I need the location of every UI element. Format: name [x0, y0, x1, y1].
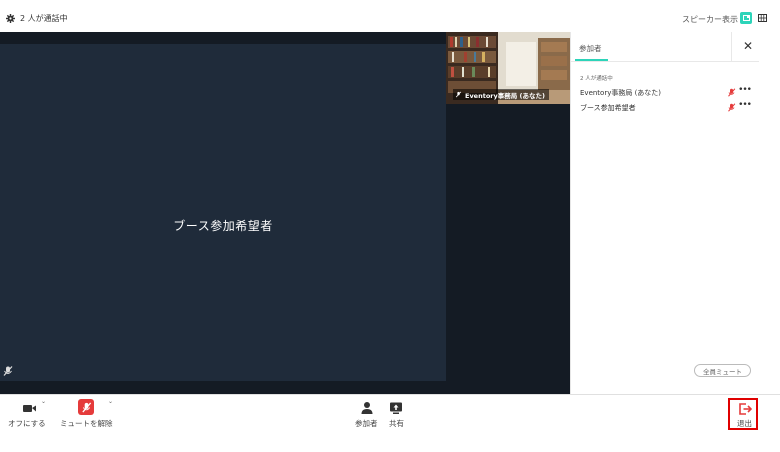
participants-panel: 参加者 ✕ 2 人が通話中 Eventory事務局 (あなた) ••• ブース参…: [570, 32, 759, 394]
grid-view-button[interactable]: [756, 12, 768, 24]
chevron-down-icon[interactable]: ⌄: [108, 398, 113, 405]
camera-button[interactable]: [22, 402, 38, 414]
mic-muted-icon: [728, 88, 736, 97]
mute-all-button[interactable]: 全員ミュート: [694, 364, 751, 377]
leave-highlight-frame: [728, 398, 758, 430]
more-options-icon[interactable]: •••: [738, 100, 752, 110]
participants-button[interactable]: [360, 401, 374, 415]
participant-row[interactable]: Eventory事務局 (あなた) •••: [580, 85, 752, 98]
share-button[interactable]: [389, 401, 403, 415]
speaker-view-icon: [742, 15, 750, 21]
gear-icon[interactable]: [6, 14, 15, 23]
unmute-label: ミュートを解除: [60, 419, 113, 428]
speaker-view-button[interactable]: [740, 12, 752, 24]
person-icon: [361, 402, 373, 414]
tab-participants[interactable]: 参加者: [579, 43, 602, 54]
main-video-tile[interactable]: ブース参加希望者: [0, 44, 446, 381]
chevron-down-icon[interactable]: ⌄: [41, 398, 46, 405]
top-bar: 2 人が通話中 スピーカー表示: [0, 0, 780, 32]
call-status: 2 人が通話中: [6, 13, 68, 24]
participant-name: ブース参加希望者: [580, 104, 636, 112]
camera-label: オフにする: [8, 419, 46, 428]
grid-icon: [757, 14, 767, 22]
unmute-button[interactable]: [78, 399, 94, 415]
thumbnail-name: Eventory事務局 (あなた): [465, 91, 545, 100]
screen-share-icon: [390, 402, 402, 414]
participant-row[interactable]: ブース参加希望者 •••: [580, 100, 752, 113]
video-stage: ブース参加希望者 Eventory事務局 (あなた): [0, 32, 570, 394]
share-label: 共有: [389, 419, 404, 428]
thumbnail-name-tag: Eventory事務局 (あなた): [453, 89, 549, 100]
call-status-text: 2 人が通話中: [20, 14, 68, 23]
mic-muted-icon: [81, 402, 91, 412]
mic-muted-icon: [455, 91, 462, 98]
view-mode-label: スピーカー表示: [682, 15, 738, 24]
panel-divider: [571, 61, 759, 62]
more-options-icon[interactable]: •••: [738, 85, 752, 95]
mic-muted-icon: [3, 366, 13, 376]
self-video-thumbnail[interactable]: Eventory事務局 (あなた): [446, 32, 570, 104]
video-camera-icon: [23, 405, 36, 412]
mic-muted-icon: [728, 103, 736, 112]
participants-label: 参加者: [355, 419, 378, 428]
participant-name: Eventory事務局 (あなた): [580, 89, 662, 97]
close-panel-button[interactable]: ✕: [743, 39, 753, 53]
bottom-toolbar: ⌄ オフにする ⌄ ミュートを解除 参加者 共有 退出: [0, 394, 780, 452]
panel-divider: [731, 32, 732, 62]
participant-count: 2 人が通話中: [580, 76, 613, 82]
main-participant-name: ブース参加希望者: [173, 219, 273, 233]
